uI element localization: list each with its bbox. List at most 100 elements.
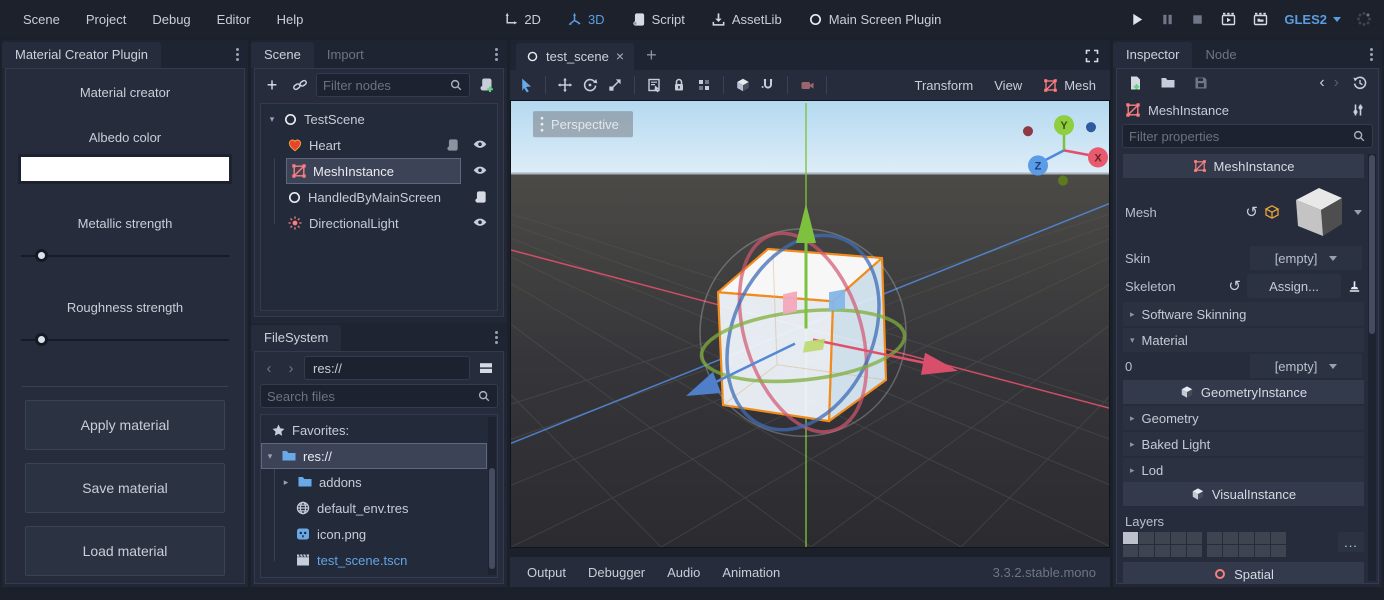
tab-node[interactable]: Node bbox=[1192, 42, 1249, 68]
filter-nodes-input[interactable] bbox=[316, 73, 470, 97]
list-select-button[interactable] bbox=[642, 74, 666, 96]
distraction-free-button[interactable] bbox=[1080, 48, 1104, 64]
transform-menu[interactable]: Transform bbox=[905, 78, 984, 93]
search-files-field[interactable] bbox=[267, 389, 473, 404]
layer-checkbox[interactable] bbox=[1171, 545, 1186, 557]
skin-dropdown[interactable]: [empty] bbox=[1250, 246, 1362, 270]
menu-editor[interactable]: Editor bbox=[206, 8, 262, 31]
output-button[interactable]: Output bbox=[516, 565, 577, 580]
nav-forward-button[interactable]: › bbox=[282, 360, 300, 377]
class-header-visualinstance[interactable]: VisualInstance bbox=[1123, 482, 1364, 506]
layer-checkbox[interactable] bbox=[1239, 545, 1254, 557]
layer-checkbox[interactable] bbox=[1139, 532, 1154, 544]
class-header-geometryinstance[interactable]: GeometryInstance bbox=[1123, 380, 1364, 404]
skeleton-pick-icon[interactable] bbox=[1347, 279, 1362, 294]
dock-menu-icon[interactable] bbox=[227, 48, 248, 61]
fs-row-default-env[interactable]: default_env.tres bbox=[261, 495, 497, 521]
animation-button[interactable]: Animation bbox=[711, 565, 791, 580]
pause-button[interactable] bbox=[1160, 12, 1175, 27]
fs-row-addons[interactable]: ▸ addons bbox=[261, 469, 497, 495]
roughness-slider-handle[interactable] bbox=[35, 333, 48, 346]
save-material-button[interactable]: Save material bbox=[25, 463, 225, 513]
section-baked-light[interactable]: ▸ Baked Light bbox=[1123, 432, 1364, 456]
metallic-strength-slider[interactable] bbox=[21, 248, 229, 264]
revert-icon[interactable]: ↺ bbox=[1228, 279, 1241, 294]
layer-checkbox[interactable] bbox=[1223, 532, 1238, 544]
renderer-dropdown[interactable]: GLES2 bbox=[1284, 12, 1341, 27]
load-resource-button[interactable] bbox=[1156, 72, 1180, 94]
filter-properties-input[interactable] bbox=[1122, 124, 1373, 148]
layer-checkbox[interactable] bbox=[1207, 532, 1222, 544]
section-software-skinning[interactable]: ▸ Software Skinning bbox=[1123, 302, 1364, 326]
tab-filesystem[interactable]: FileSystem bbox=[251, 325, 341, 351]
layer-checkbox[interactable] bbox=[1123, 532, 1138, 544]
object-tools-button[interactable] bbox=[1346, 99, 1370, 121]
layer-checkbox[interactable] bbox=[1139, 545, 1154, 557]
fs-row-icon-png[interactable]: icon.png bbox=[261, 521, 497, 547]
class-header-meshinstance[interactable]: MeshInstance bbox=[1123, 154, 1364, 178]
selected-node-highlight[interactable]: MeshInstance bbox=[287, 159, 460, 183]
script-attached-icon[interactable] bbox=[445, 138, 460, 153]
rotate-tool-button[interactable] bbox=[578, 74, 602, 96]
history-forward-button[interactable]: › bbox=[1334, 74, 1339, 92]
new-scene-tab-button[interactable]: + bbox=[636, 44, 667, 70]
class-header-spatial[interactable]: Spatial bbox=[1123, 562, 1364, 583]
view-menu[interactable]: View bbox=[984, 78, 1032, 93]
group-selected-button[interactable] bbox=[692, 74, 716, 96]
material-0-dropdown[interactable]: [empty] bbox=[1250, 354, 1362, 378]
workspace-main-screen-plugin-button[interactable]: Main Screen Plugin bbox=[800, 9, 950, 30]
layer-checkbox[interactable] bbox=[1255, 545, 1270, 557]
scale-tool-button[interactable] bbox=[603, 74, 627, 96]
apply-material-button[interactable]: Apply material bbox=[25, 400, 225, 450]
move-tool-button[interactable] bbox=[553, 74, 577, 96]
mesh-thumbnail[interactable] bbox=[1286, 184, 1348, 240]
revert-icon[interactable]: ↺ bbox=[1245, 205, 1258, 220]
visibility-eye-icon[interactable] bbox=[472, 215, 488, 231]
nav-back-button[interactable]: ‹ bbox=[260, 360, 278, 377]
tree-row-meshinstance[interactable]: MeshInstance bbox=[261, 158, 497, 184]
3d-viewport[interactable]: Y X Z Perspective bbox=[510, 100, 1110, 548]
lock-selected-button[interactable] bbox=[667, 74, 691, 96]
inspector-scrollbar[interactable] bbox=[1368, 154, 1376, 581]
viewport-3d-scene[interactable]: Y X Z Perspective bbox=[511, 101, 1109, 547]
tab-material-creator-plugin[interactable]: Material Creator Plugin bbox=[2, 42, 161, 68]
mesh-menu[interactable]: Mesh bbox=[1033, 78, 1106, 93]
section-material[interactable]: ▾ Material bbox=[1123, 328, 1364, 352]
tree-row-heart[interactable]: Heart bbox=[261, 132, 497, 158]
menu-help[interactable]: Help bbox=[266, 8, 315, 31]
stop-button[interactable] bbox=[1190, 12, 1205, 27]
albedo-color-picker[interactable] bbox=[18, 154, 232, 184]
layer-checkbox[interactable] bbox=[1271, 545, 1286, 557]
save-resource-button[interactable] bbox=[1189, 72, 1213, 94]
scrollbar-thumb[interactable] bbox=[1369, 155, 1375, 334]
tree-row-testscene[interactable]: ▾ TestScene bbox=[261, 106, 497, 132]
new-resource-button[interactable] bbox=[1123, 72, 1147, 94]
filesystem-scrollbar[interactable] bbox=[488, 417, 496, 575]
add-node-button[interactable]: + bbox=[260, 74, 284, 96]
metallic-slider-handle[interactable] bbox=[35, 249, 48, 262]
play-scene-button[interactable] bbox=[1220, 11, 1237, 27]
fs-row-test-scene[interactable]: test_scene.tscn bbox=[261, 547, 497, 573]
workspace-script-button[interactable]: Script bbox=[623, 9, 693, 30]
albedo-color-swatch[interactable] bbox=[21, 157, 229, 181]
layer-checkbox[interactable] bbox=[1271, 532, 1286, 544]
layers-more-button[interactable]: ... bbox=[1338, 532, 1364, 552]
workspace-3d-button[interactable]: 3D bbox=[559, 9, 613, 30]
layer-checkbox[interactable] bbox=[1255, 532, 1270, 544]
dock-menu-icon[interactable] bbox=[486, 48, 507, 61]
local-space-button[interactable] bbox=[731, 74, 755, 96]
chevron-down-icon[interactable] bbox=[1354, 210, 1362, 215]
camera-preview-button[interactable] bbox=[795, 74, 819, 96]
dock-menu-icon[interactable] bbox=[1361, 48, 1382, 61]
visibility-eye-icon[interactable] bbox=[472, 137, 488, 153]
layers-grid[interactable] bbox=[1123, 532, 1286, 557]
snap-button[interactable] bbox=[756, 74, 780, 96]
menu-scene[interactable]: Scene bbox=[12, 8, 71, 31]
layer-checkbox[interactable] bbox=[1123, 545, 1138, 557]
collapse-arrow-icon[interactable]: ▾ bbox=[265, 451, 275, 462]
layer-checkbox[interactable] bbox=[1223, 545, 1238, 557]
close-tab-icon[interactable]: × bbox=[616, 48, 624, 64]
workspace-assetlib-button[interactable]: AssetLib bbox=[703, 9, 790, 30]
search-files-input[interactable] bbox=[260, 384, 498, 408]
tree-row-handledbymainscreen[interactable]: HandledByMainScreen bbox=[261, 184, 497, 210]
